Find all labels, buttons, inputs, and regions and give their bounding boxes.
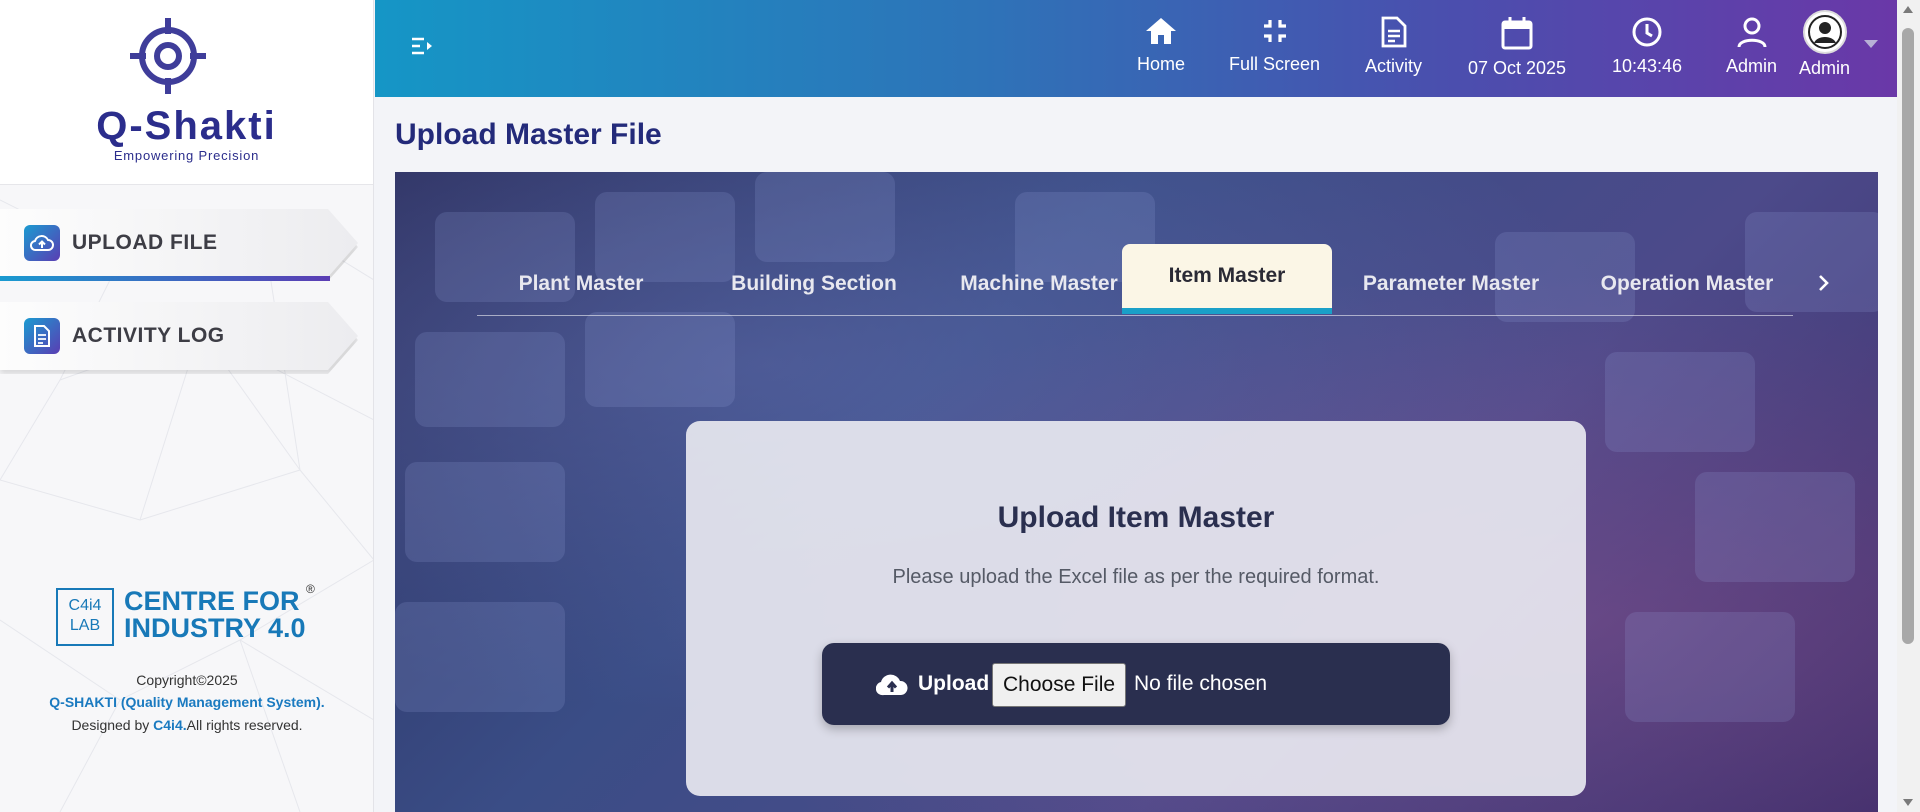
profile-label: Admin [1799, 58, 1851, 78]
tab-plant-master[interactable]: Plant Master [477, 242, 685, 314]
document-icon [24, 318, 60, 354]
page-scrollbar[interactable] [1897, 0, 1920, 812]
date-display: 07 Oct 2025 [1468, 16, 1566, 79]
sidebar-item-label: ACTIVITY LOG [72, 324, 225, 347]
avatar-icon [1808, 15, 1842, 49]
c4i4-logo-box: C4i4 LAB [56, 588, 114, 646]
product-name: Q-SHAKTI (Quality Management System). [49, 694, 325, 710]
top-header: Home Full Screen Activity 07 Oct 2025 10… [375, 0, 1897, 97]
upload-card-title: Upload Item Master [997, 501, 1275, 534]
user-button[interactable]: Admin [1726, 16, 1777, 77]
tab-machine-master[interactable]: Machine Master [933, 242, 1145, 314]
upload-label: Upload [918, 672, 990, 695]
c4i4-box-line2: LAB [69, 617, 101, 634]
scroll-down-arrow-icon[interactable] [1903, 799, 1913, 806]
designed-by-company-link[interactable]: C4i4. [153, 717, 186, 733]
tab-operation-master[interactable]: Operation Master [1569, 242, 1805, 314]
upload-card-description: Please upload the Excel file as per the … [892, 566, 1380, 588]
home-label: Home [1137, 54, 1186, 74]
master-tabs: Plant Master Building Section Machine Ma… [477, 242, 1829, 316]
crosshair-logo-icon [130, 18, 206, 94]
c4i4-name-line2: INDUSTRY 4.0 [124, 613, 306, 643]
c4i4-logo-name: CENTRE FOR INDUSTRY 4.0 [124, 588, 306, 642]
cloud-upload-icon [24, 225, 60, 261]
scroll-thumb[interactable] [1902, 28, 1914, 644]
c4i4-name-line1: CENTRE FOR [124, 586, 300, 616]
sidebar-item-upload-file[interactable]: UPLOAD FILE [0, 209, 358, 281]
brand-name: Q-Shakti [96, 104, 277, 148]
scroll-up-arrow-icon[interactable] [1903, 6, 1913, 13]
page-title: Upload Master File [395, 118, 662, 151]
brand-logo-area: Q-Shakti Empowering Precision [0, 0, 373, 185]
tab-building-section[interactable]: Building Section [697, 242, 931, 314]
c4i4-logo: C4i4 LAB CENTRE FOR INDUSTRY 4.0 ® [56, 582, 326, 648]
c4i4-box-line1: C4i4 [68, 597, 102, 614]
file-status-text: No file chosen [1134, 672, 1268, 695]
activity-button[interactable]: Activity [1365, 16, 1422, 77]
cloud-upload-icon [876, 674, 908, 696]
upload-card: Upload Item Master Please upload the Exc… [686, 421, 1586, 796]
product-name-text: Q-SHAKTI (Quality Management System). [0, 694, 373, 710]
file-upload-field[interactable]: Upload Choose File No file chosen [822, 643, 1450, 725]
copyright-text: Copyright©2025 [136, 672, 238, 688]
designed-by-suffix: All rights reserved. [186, 717, 303, 733]
active-indicator [0, 276, 330, 281]
user-icon [1737, 17, 1767, 48]
registered-mark: ® [306, 582, 315, 596]
profile-dropdown-caret-icon[interactable] [1864, 40, 1878, 48]
sidebar-item-activity-log[interactable]: ACTIVITY LOG [0, 302, 358, 374]
clock-icon [1632, 17, 1662, 47]
sidebar-toggle-icon[interactable] [409, 34, 435, 60]
choose-file-button[interactable]: Choose File [992, 663, 1127, 707]
tab-parameter-master[interactable]: Parameter Master [1335, 242, 1567, 314]
user-label: Admin [1726, 56, 1778, 76]
current-date: 07 Oct 2025 [1468, 58, 1567, 78]
activity-document-icon [1381, 16, 1406, 48]
designed-by-text: Designed by C4i4.All rights reserved. [0, 717, 373, 733]
sidebar: Q-Shakti Empowering Precision UPLOAD FIL… [0, 0, 374, 812]
current-time: 10:43:46 [1612, 56, 1683, 76]
time-display: 10:43:46 [1612, 16, 1682, 77]
activity-label: Activity [1365, 56, 1423, 76]
fullscreen-label: Full Screen [1229, 54, 1321, 74]
upload-panel: Plant Master Building Section Machine Ma… [395, 172, 1878, 812]
sidebar-item-label: UPLOAD FILE [72, 231, 218, 254]
tab-item-master[interactable]: Item Master [1122, 244, 1332, 314]
designed-by-prefix: Designed by [71, 717, 154, 733]
calendar-icon [1501, 17, 1533, 50]
exit-fullscreen-icon [1263, 20, 1286, 42]
brand-tagline: Empowering Precision [113, 148, 260, 163]
home-icon [1146, 18, 1176, 44]
chevron-right-icon[interactable] [1812, 272, 1834, 294]
fullscreen-button[interactable]: Full Screen [1229, 16, 1320, 75]
profile-avatar[interactable] [1803, 10, 1847, 54]
home-button[interactable]: Home [1137, 16, 1185, 75]
